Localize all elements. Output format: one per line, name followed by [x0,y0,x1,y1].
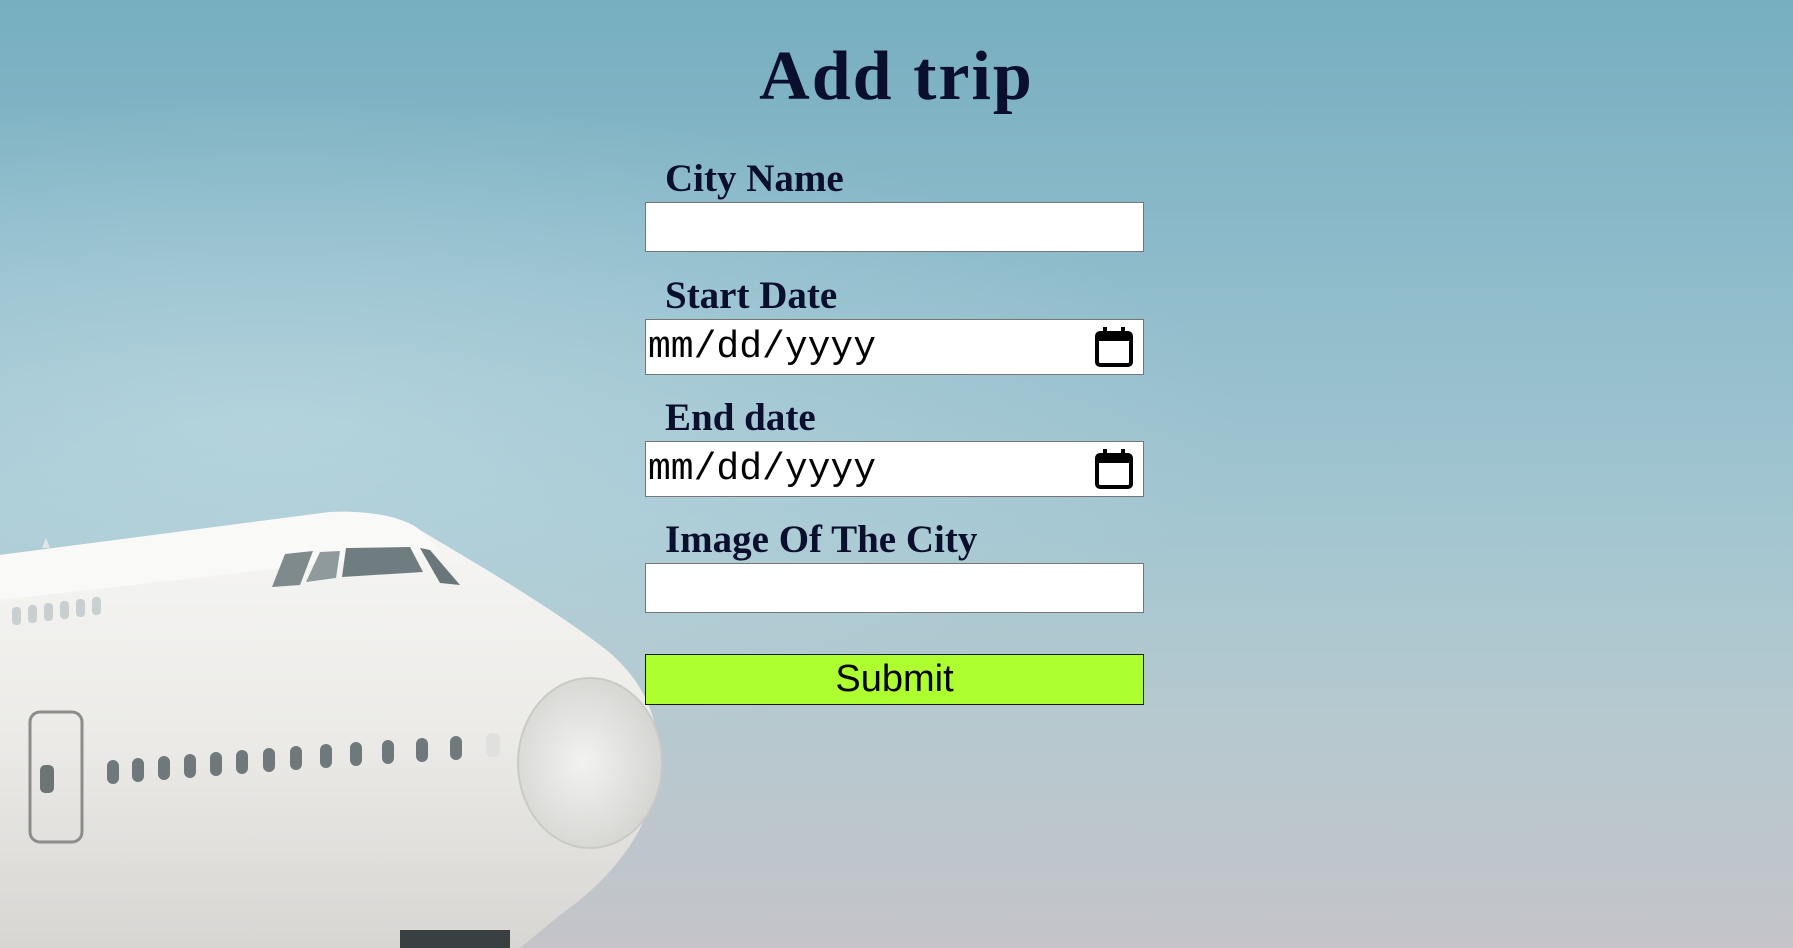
page-title: Add trip [759,38,1034,115]
submit-button[interactable]: Submit [645,654,1144,705]
city-name-input[interactable] [645,202,1144,252]
start-date-label: Start Date [665,274,838,317]
city-name-label: City Name [665,157,844,200]
start-date-input[interactable]: mm/dd/yyyy [645,319,1144,375]
calendar-icon[interactable] [1092,325,1136,369]
end-date-input[interactable]: mm/dd/yyyy [645,441,1144,497]
start-date-placeholder: mm/dd/yyyy [648,326,877,369]
end-date-placeholder: mm/dd/yyyy [648,448,877,491]
city-image-input[interactable] [645,563,1144,613]
calendar-icon[interactable] [1092,447,1136,491]
end-date-label: End date [665,396,816,439]
city-image-label: Image Of The City [665,518,978,561]
